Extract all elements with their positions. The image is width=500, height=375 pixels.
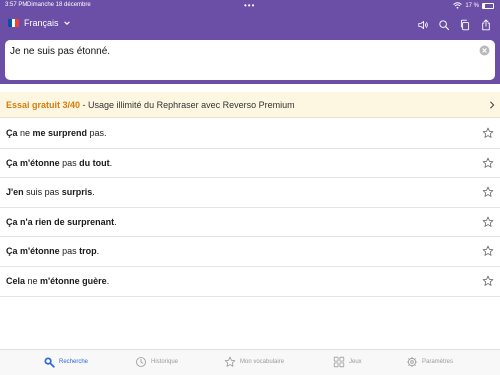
result-row[interactable]: Cela ne m'étonne guère. xyxy=(0,267,500,297)
result-highlight: Ça m'étonne xyxy=(6,246,60,257)
status-time: 3:57 PM xyxy=(5,2,28,8)
copy-icon[interactable] xyxy=(459,19,471,31)
result-highlight: Ça n'a rien de surprenant xyxy=(6,216,115,227)
chevron-right-icon xyxy=(490,101,495,109)
result-text: Cela ne m'étonne guère. xyxy=(6,276,109,286)
toolbar: Français xyxy=(0,14,500,38)
text-input-box[interactable]: Je ne suis pas étonné. xyxy=(5,40,495,80)
tab-vocabulary[interactable]: Mon vocabulaire xyxy=(224,356,284,368)
rephrase-results-list: Ça ne me surprend pas. Ça m'étonne pas du… xyxy=(0,119,500,297)
france-flag-icon xyxy=(8,19,19,27)
speaker-icon[interactable] xyxy=(417,19,429,31)
toolbar-actions xyxy=(417,19,492,31)
result-segment: ne xyxy=(25,275,41,286)
promo-trial-count: Essai gratuit 3/40 xyxy=(6,100,81,110)
wifi-icon xyxy=(453,2,463,9)
result-row[interactable]: Ça ne me surprend pas. xyxy=(0,119,500,149)
clear-icon[interactable] xyxy=(479,45,490,56)
favorite-star-icon[interactable] xyxy=(482,216,494,228)
status-date: Dimanche 18 décembre xyxy=(27,2,91,8)
tab-history[interactable]: Historique xyxy=(135,356,178,368)
favorite-star-icon[interactable] xyxy=(482,275,494,287)
search-icon xyxy=(44,357,55,368)
favorite-star-icon[interactable] xyxy=(482,186,494,198)
search-icon[interactable] xyxy=(438,19,450,31)
result-row[interactable]: Ça m'étonne pas trop. xyxy=(0,237,500,267)
result-segment: . xyxy=(106,275,110,286)
promo-text: - Usage illimité du Rephraser avec Rever… xyxy=(80,100,295,110)
status-bar: 3:57 PM Dimanche 18 décembre ••• 17 % xyxy=(0,0,500,12)
star-icon xyxy=(224,356,236,367)
premium-trial-banner[interactable]: Essai gratuit 3/40 - Usage illimité du R… xyxy=(0,92,500,118)
result-highlight: trop xyxy=(79,246,97,257)
result-highlight: m'étonne guère xyxy=(40,275,107,286)
tab-label: Historique xyxy=(151,359,179,365)
result-segment: . xyxy=(109,157,113,168)
result-text: Ça m'étonne pas du tout. xyxy=(6,158,112,168)
promo-line: Essai gratuit 3/40 - Usage illimité du R… xyxy=(6,100,295,110)
text-input-value[interactable]: Je ne suis pas étonné. xyxy=(10,46,110,57)
language-selector[interactable]: Français xyxy=(8,18,71,28)
chevron-down-icon xyxy=(63,21,70,25)
multitask-dots[interactable]: ••• xyxy=(244,1,255,10)
language-label: Français xyxy=(24,18,59,28)
result-segment: pas xyxy=(59,157,80,168)
status-right: 17 % xyxy=(453,2,494,9)
result-text: Ça n'a rien de surprenant. xyxy=(6,217,117,227)
header-bar: 3:57 PM Dimanche 18 décembre ••• 17 % Fr… xyxy=(0,0,500,84)
favorite-star-icon[interactable] xyxy=(482,127,494,139)
result-row[interactable]: Ça n'a rien de surprenant. xyxy=(0,208,500,238)
result-segment: ne xyxy=(17,128,33,138)
result-segment: . xyxy=(92,187,95,198)
result-highlight: du tout xyxy=(79,157,110,168)
result-highlight: Cela xyxy=(6,275,26,286)
flag-stripe-red xyxy=(15,19,19,27)
result-segment: pas. xyxy=(87,128,107,138)
result-text: Ça ne me surprend pas. xyxy=(6,128,107,138)
result-segment: . xyxy=(96,246,100,257)
result-segment: . xyxy=(114,216,117,227)
result-highlight: J'en xyxy=(6,187,24,198)
tab-bar: Recherche Historique Mon vocabulaire Jeu… xyxy=(0,349,500,375)
result-highlight: Ça m'étonne xyxy=(6,157,60,168)
result-text: Ça m'étonne pas trop. xyxy=(6,246,99,256)
favorite-star-icon[interactable] xyxy=(482,245,494,257)
tab-label: Recherche xyxy=(59,359,89,365)
battery-percent: 17 % xyxy=(465,2,479,9)
battery-icon xyxy=(482,2,494,9)
result-segment: suis pas xyxy=(23,187,62,198)
history-icon xyxy=(136,357,146,367)
tab-label: Jeux xyxy=(349,359,362,365)
tab-search[interactable]: Recherche xyxy=(43,356,88,368)
result-highlight: me surprend xyxy=(32,128,88,138)
tab-settings[interactable]: Paramètres xyxy=(406,356,453,368)
result-highlight: Ça xyxy=(6,128,18,138)
tab-label: Mon vocabulaire xyxy=(240,359,285,365)
tab-games[interactable]: Jeux xyxy=(333,356,362,368)
share-icon[interactable] xyxy=(480,19,492,31)
gear-icon xyxy=(406,356,418,368)
battery-fill xyxy=(483,3,485,8)
result-segment: pas xyxy=(59,246,80,257)
tab-label: Paramètres xyxy=(422,359,454,365)
result-row[interactable]: J'en suis pas surpris. xyxy=(0,178,500,208)
games-icon xyxy=(333,356,345,368)
result-highlight: surpris xyxy=(61,187,93,198)
result-row[interactable]: Ça m'étonne pas du tout. xyxy=(0,149,500,179)
favorite-star-icon[interactable] xyxy=(482,157,494,169)
result-text: J'en suis pas surpris. xyxy=(6,187,95,197)
